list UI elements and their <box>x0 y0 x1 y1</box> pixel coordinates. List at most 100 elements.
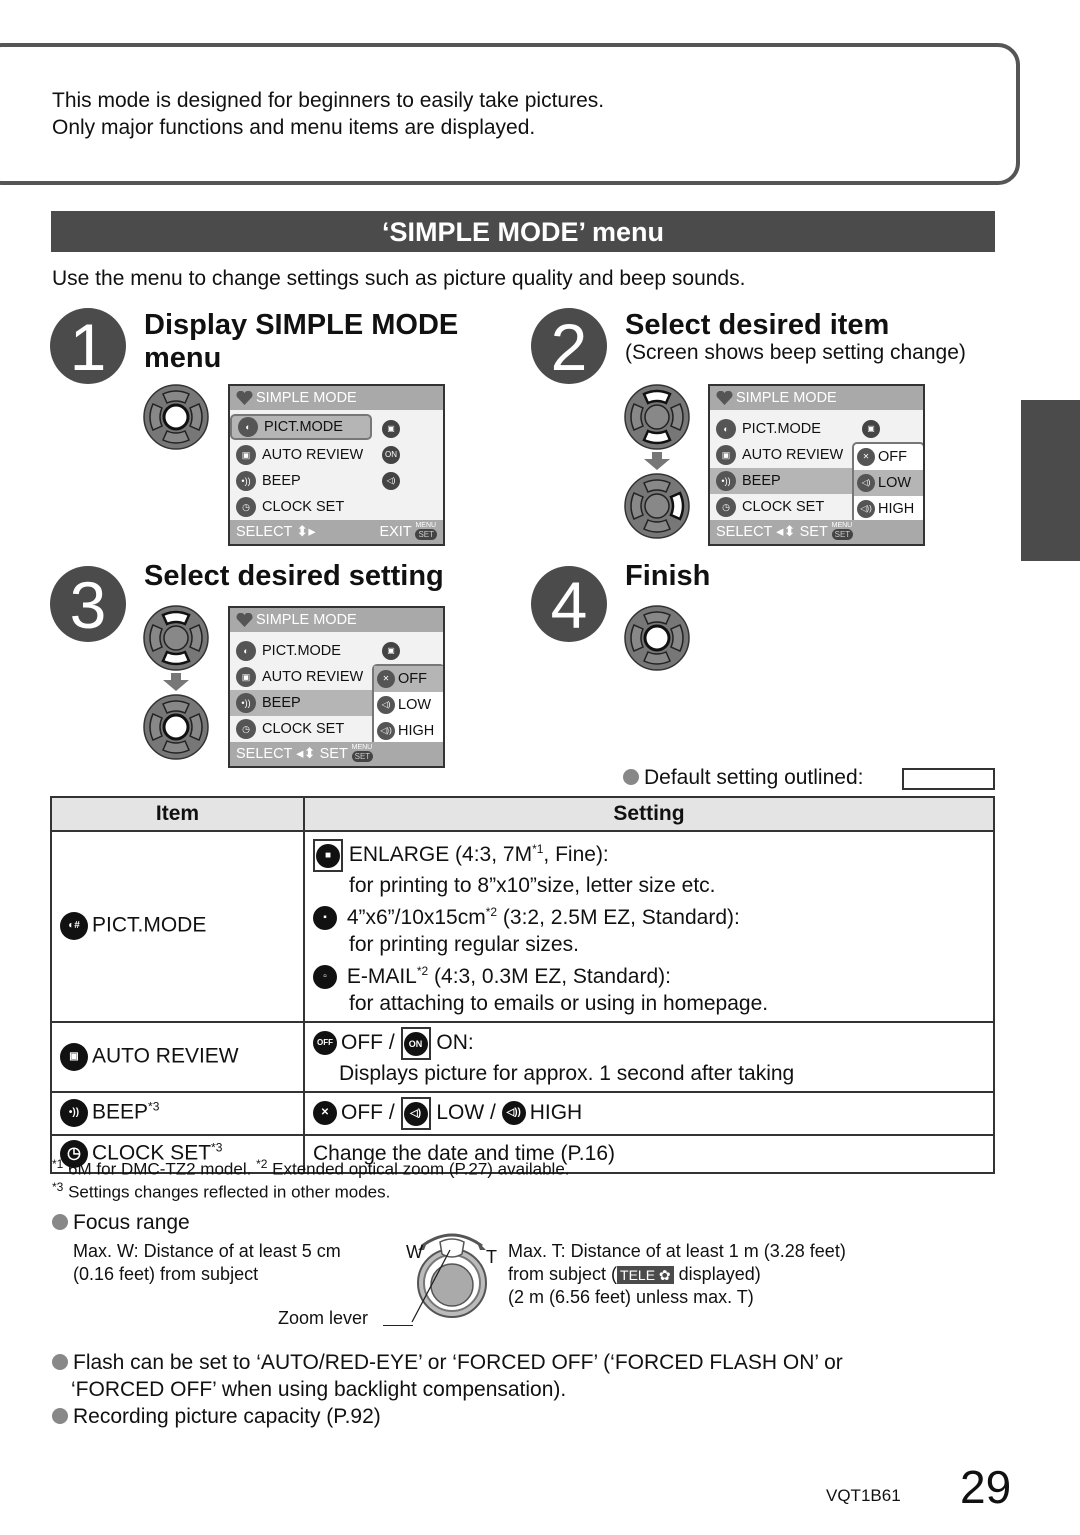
footnote-text: 6M for DMC-TZ2 model. <box>68 1159 252 1179</box>
enlarge-value-icon: ▣ <box>382 420 400 438</box>
option-off[interactable]: ✕ OFF <box>374 666 443 692</box>
lcd-item-label: BEEP <box>742 473 781 489</box>
beep-options-list: ✕ OFF ◁) LOW ◁)) HIGH <box>852 442 923 524</box>
zoom-w-label: W <box>406 1242 423 1262</box>
tele-macro-indicator-icon: TELE ✿ <box>617 1266 674 1284</box>
lcd-header-label: SIMPLE MODE <box>256 612 357 628</box>
lcd-item-clock-set[interactable]: ◷ CLOCK SET <box>230 494 443 520</box>
column-header-setting: Setting <box>303 796 995 832</box>
exit-label: EXIT <box>379 524 412 540</box>
4x6-icon: ▪ <box>313 906 337 931</box>
lcd-item-label: PICT.MODE <box>262 643 341 659</box>
default-note-text: Default setting outlined: <box>644 766 864 789</box>
focus-text: from subject ( <box>508 1264 618 1284</box>
setting-4x6: ▪ 4”x6”/10x15cm*2 (3:2, 2.5M EZ, Standar… <box>313 899 985 931</box>
option-low[interactable]: ◁) LOW <box>374 692 443 718</box>
step-number-1: 1 <box>50 308 126 384</box>
email-icon: ▫ <box>313 965 337 990</box>
heart-icon <box>236 391 253 405</box>
option-low[interactable]: ◁) LOW <box>854 470 923 496</box>
bullet-icon <box>52 1408 68 1424</box>
lcd-item-label: CLOCK SET <box>262 499 345 515</box>
enlarge-value-icon: ▣ <box>862 420 880 438</box>
note-text: Recording picture capacity (P.92) <box>73 1405 381 1428</box>
speaker-low-icon: ◁) <box>857 474 875 492</box>
setting-text: (4:3, 0.3M EZ, Standard): <box>428 964 671 988</box>
lcd-item-beep[interactable]: •)) BEEP <box>230 468 443 494</box>
lcd-footer-select-set: SELECT ◂⬍ SET <box>716 524 828 540</box>
page-number: 29 <box>960 1461 1012 1513</box>
lcd-footer: SELECT ◂⬍ SET MENU SET <box>230 742 443 766</box>
dpad-center-pressed-icon <box>143 694 209 760</box>
lcd-item-pict-mode[interactable]: ◐ PICT.MODE <box>230 638 443 664</box>
lcd-header: SIMPLE MODE <box>710 386 923 410</box>
down-arrow-icon <box>163 673 189 691</box>
intro-text-line1: This mode is designed for beginners to e… <box>52 89 605 112</box>
auto-review-icon: ▣ <box>716 445 736 465</box>
lcd-menu-step2: SIMPLE MODE ◐ PICT.MODE ▣ AUTO REVIEW •)) B… <box>708 384 925 546</box>
lcd-item-label: PICT.MODE <box>264 419 343 435</box>
option-label: LOW <box>398 697 432 713</box>
focus-w-line1: Max. W: Distance of at least 5 cm <box>73 1241 341 1261</box>
speaker-high-icon: ◁)) <box>377 722 395 740</box>
focus-w-line2: (0.16 feet) from subject <box>73 1264 259 1284</box>
footnote-mark: *2 <box>485 904 498 919</box>
setting-enlarge: ■ ENLARGE (4:3, 7M*1, Fine): <box>313 836 985 872</box>
lcd-item-label: BEEP <box>262 695 301 711</box>
default-outline-sample <box>902 768 995 790</box>
step-2-title: Select desired item <box>625 309 890 341</box>
settings-table: Item Setting ◐# PICT.MODE ■ ENLARGE (4:3,… <box>50 796 995 1174</box>
item-beep: •)) BEEP*3 <box>50 1090 305 1136</box>
option-off[interactable]: ✕ OFF <box>854 444 923 470</box>
setting-email: ▫ E-MAIL*2 (4:3, 0.3M EZ, Standard): <box>313 958 985 990</box>
footnote-mark: *3 <box>211 1140 223 1155</box>
on-value-icon: ON <box>382 446 400 464</box>
lcd-item-label: AUTO REVIEW <box>262 669 364 685</box>
setting-beep: ✕ OFF / ◁) LOW / ◁)) HIGH <box>303 1090 995 1136</box>
pict-mode-icon: ◐ <box>716 419 736 439</box>
lcd-item-label: PICT.MODE <box>742 421 821 437</box>
lcd-item-label: AUTO REVIEW <box>262 447 364 463</box>
mute-icon: ✕ <box>857 448 875 466</box>
table-row: ▣ AUTO REVIEW OFF OFF / ON ON: Displays pi… <box>50 1020 995 1093</box>
lcd-item-pict-mode[interactable]: ◐ PICT.MODE <box>710 416 923 442</box>
step-4-title: Finish <box>625 560 711 592</box>
default-outline: ■ <box>313 838 343 872</box>
dpad-center-pressed-icon <box>624 605 690 671</box>
beep-icon: •)) <box>236 471 256 491</box>
speaker-high-icon: ◁)) <box>857 500 875 518</box>
pict-mode-icon: ◐ <box>238 417 258 437</box>
lcd-footer-select: SELECT ⬍▸ <box>236 524 316 540</box>
speaker-high-icon: ◁)) <box>501 1101 526 1126</box>
footnote-mark: *1 <box>532 842 544 856</box>
option-high[interactable]: ◁)) HIGH <box>854 496 923 522</box>
setting-text: E-MAIL <box>341 964 417 988</box>
heart-icon <box>716 391 733 405</box>
option-high[interactable]: ◁)) HIGH <box>374 718 443 744</box>
note-text: Flash can be set to ‘AUTO/RED-EYE’ or ‘F… <box>73 1351 843 1374</box>
bullet-icon <box>52 1354 68 1370</box>
option-label: LOW <box>878 475 912 491</box>
beep-icon: •)) <box>716 471 736 491</box>
lcd-item-pict-mode[interactable]: ◐ PICT.MODE <box>230 414 372 440</box>
auto-review-icon: ▣ <box>236 445 256 465</box>
setting-text: OFF / <box>341 1101 395 1124</box>
footnote-line2: *3 Settings changes reflected in other m… <box>52 1180 390 1203</box>
tele-label: TELE <box>620 1267 656 1283</box>
item-label: AUTO REVIEW <box>92 1044 239 1068</box>
beep-icon: •)) <box>236 693 256 713</box>
lcd-item-auto-review[interactable]: ▣ AUTO REVIEW <box>230 442 443 468</box>
setting-auto-review: OFF OFF / ON ON: Displays picture for app… <box>303 1020 995 1093</box>
auto-review-icon: ▣ <box>236 667 256 687</box>
setting-text: LOW / <box>436 1101 496 1124</box>
default-outline: ◁) <box>400 1096 431 1130</box>
enlarge-value-icon: ▣ <box>382 642 400 660</box>
auto-review-icon: ▣ <box>60 1042 88 1071</box>
set-label: SET <box>418 529 434 539</box>
setting-text: OFF / <box>341 1031 395 1054</box>
setting-pict-mode: ■ ENLARGE (4:3, 7M*1, Fine): for printin… <box>303 830 995 1023</box>
step-1-title-line2: menu <box>144 342 222 374</box>
default-outline: ON <box>400 1026 431 1060</box>
flash-note-line1: Flash can be set to ‘AUTO/RED-EYE’ or ‘F… <box>52 1351 843 1375</box>
setting-text: , Fine): <box>543 843 609 866</box>
